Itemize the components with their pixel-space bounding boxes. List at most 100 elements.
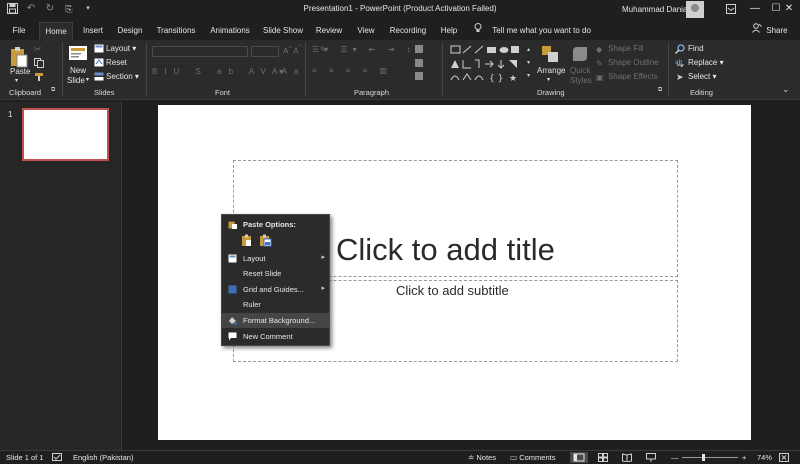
tab-animations[interactable]: Animations bbox=[205, 22, 255, 40]
reset-icon[interactable] bbox=[94, 58, 104, 67]
tab-home[interactable]: Home bbox=[39, 22, 73, 40]
arrange-label[interactable]: Arrange bbox=[537, 66, 565, 75]
language-indicator[interactable]: English (Pakistan) bbox=[73, 453, 133, 462]
slide-thumbnail[interactable] bbox=[22, 108, 109, 161]
select-cursor-icon[interactable]: ➤ bbox=[676, 72, 684, 82]
list-icons[interactable]: ☰▾ ☰▾ ⇤ ⇥ ↕ bbox=[312, 45, 416, 54]
user-name[interactable]: Muhammad Danial bbox=[622, 5, 689, 14]
paste-picture-icon[interactable] bbox=[259, 234, 272, 247]
align-text-icon[interactable] bbox=[414, 58, 424, 82]
cut-icon[interactable]: ✂ bbox=[34, 44, 44, 54]
shapes-scroll-icon[interactable]: ▴ ▾ ▾ bbox=[527, 44, 534, 84]
context-new-comment-item[interactable]: New Comment bbox=[222, 329, 329, 344]
context-ruler-item[interactable]: Ruler bbox=[222, 297, 329, 312]
paste-dropdown-icon[interactable]: ▾ bbox=[15, 77, 18, 84]
comments-button[interactable]: ▭ Comments bbox=[510, 453, 555, 462]
quick-styles-icon[interactable] bbox=[571, 45, 589, 63]
replace-button[interactable]: Replace ▾ bbox=[688, 58, 724, 67]
ribbon-display-options-icon[interactable] bbox=[718, 0, 744, 18]
ribbon-tabs: File Home Insert Design Transitions Anim… bbox=[0, 22, 800, 40]
find-button[interactable]: Find bbox=[688, 44, 704, 53]
avatar[interactable] bbox=[686, 1, 704, 18]
new-slide-label-2[interactable]: Slide bbox=[67, 76, 85, 85]
font-grow-icon[interactable]: A^ Aˇ bbox=[283, 45, 301, 56]
reset-slide-label: Reset Slide bbox=[243, 269, 282, 278]
tab-view[interactable]: View bbox=[352, 22, 380, 40]
clipboard-launcher-icon[interactable]: ⧉ bbox=[51, 87, 55, 94]
layout-icon[interactable] bbox=[94, 44, 104, 53]
shapes-gallery[interactable]: { } ★ bbox=[449, 44, 529, 84]
context-format-background-item[interactable]: Format Background... bbox=[222, 313, 329, 328]
title-placeholder-text[interactable]: Click to add title bbox=[336, 232, 555, 268]
select-button[interactable]: Select ▾ bbox=[688, 72, 716, 81]
layout-menu-label: Layout bbox=[243, 254, 266, 263]
lightbulb-icon bbox=[474, 22, 484, 39]
font-size-box[interactable] bbox=[251, 46, 279, 57]
tab-slide-show[interactable]: Slide Show bbox=[260, 22, 306, 40]
drawing-launcher-icon[interactable]: ⧉ bbox=[658, 87, 662, 94]
tab-file[interactable]: File bbox=[7, 22, 31, 40]
tab-transitions[interactable]: Transitions bbox=[152, 22, 200, 40]
reading-view-button[interactable] bbox=[622, 453, 632, 464]
fit-to-window-button[interactable] bbox=[779, 453, 789, 464]
notes-button[interactable]: ≐ Notes bbox=[468, 453, 496, 462]
drawing-group-label: Drawing bbox=[537, 88, 565, 97]
thumbnail-number: 1 bbox=[8, 110, 13, 119]
shape-fill-icon[interactable]: ◆ bbox=[596, 45, 606, 54]
normal-view-button[interactable] bbox=[570, 452, 588, 463]
tell-me-search[interactable]: Tell me what you want to do bbox=[474, 22, 591, 40]
paste-label[interactable]: Paste bbox=[10, 67, 30, 76]
replace-icon[interactable]: ab bbox=[675, 58, 685, 68]
slide-show-button[interactable] bbox=[646, 453, 656, 464]
minimize-button[interactable]: — bbox=[742, 0, 768, 18]
tab-insert[interactable]: Insert bbox=[78, 22, 108, 40]
context-reset-slide-item[interactable]: Reset Slide bbox=[222, 266, 329, 281]
zoom-level[interactable]: 74% bbox=[757, 453, 772, 462]
tell-me-label: Tell me what you want to do bbox=[492, 26, 591, 35]
font-name-box[interactable] bbox=[152, 46, 248, 57]
context-layout-item[interactable]: Layout ▸ bbox=[222, 251, 329, 266]
shape-effects-icon[interactable]: ▣ bbox=[596, 73, 606, 82]
shape-outline-button[interactable]: Shape Outline bbox=[608, 58, 659, 67]
arrange-icon[interactable] bbox=[541, 45, 559, 63]
shape-effects-button[interactable]: Shape Effects bbox=[608, 72, 658, 81]
share-button[interactable]: Share bbox=[752, 22, 788, 40]
align-icons[interactable]: ≡ ≡ ≡ ≡ ▥ bbox=[312, 66, 392, 75]
format-painter-icon[interactable] bbox=[34, 72, 44, 82]
collapse-ribbon-icon[interactable]: ⌄ bbox=[782, 84, 790, 95]
slide-sorter-button[interactable] bbox=[598, 453, 608, 464]
font-color-icon[interactable]: A ▾ bbox=[272, 67, 283, 76]
tab-design[interactable]: Design bbox=[114, 22, 146, 40]
quick-styles-label-2[interactable]: Styles bbox=[570, 76, 592, 85]
shape-fill-button[interactable]: Shape Fill bbox=[608, 44, 644, 53]
copy-icon[interactable] bbox=[34, 58, 44, 68]
paste-icon[interactable] bbox=[9, 46, 29, 68]
section-button[interactable]: Section ▾ bbox=[106, 72, 139, 81]
tab-recording[interactable]: Recording bbox=[386, 22, 430, 40]
zoom-out-button[interactable]: — bbox=[671, 453, 679, 462]
share-label: Share bbox=[766, 26, 788, 35]
zoom-in-button[interactable]: + bbox=[742, 453, 746, 462]
context-grid-guides-item[interactable]: Grid and Guides... ▸ bbox=[222, 282, 329, 297]
reset-button[interactable]: Reset bbox=[106, 58, 127, 67]
arrange-dropdown-icon[interactable]: ▾ bbox=[547, 76, 550, 83]
tab-help[interactable]: Help bbox=[436, 22, 462, 40]
shape-outline-icon[interactable]: ✎ bbox=[596, 59, 606, 68]
text-direction-icon[interactable] bbox=[414, 44, 424, 54]
submenu-arrow-icon: ▸ bbox=[321, 254, 325, 261]
subtitle-placeholder-text[interactable]: Click to add subtitle bbox=[396, 283, 509, 298]
paste-keep-source-icon[interactable] bbox=[241, 234, 254, 247]
zoom-slider-track[interactable] bbox=[682, 457, 738, 458]
find-icon[interactable] bbox=[674, 44, 685, 55]
close-button[interactable]: ✕ bbox=[776, 0, 800, 18]
new-slide-icon[interactable] bbox=[68, 45, 88, 63]
zoom-slider-thumb[interactable] bbox=[702, 454, 705, 461]
quick-styles-label-1[interactable]: Quick bbox=[570, 66, 590, 75]
new-slide-label-1[interactable]: New bbox=[70, 66, 86, 75]
layout-button[interactable]: Layout ▾ bbox=[106, 44, 136, 53]
tab-review[interactable]: Review bbox=[312, 22, 346, 40]
accessibility-icon[interactable] bbox=[52, 453, 62, 464]
new-slide-dropdown-icon[interactable]: ▾ bbox=[86, 76, 89, 83]
section-icon[interactable] bbox=[94, 72, 104, 81]
paste-options-icon bbox=[228, 220, 237, 229]
